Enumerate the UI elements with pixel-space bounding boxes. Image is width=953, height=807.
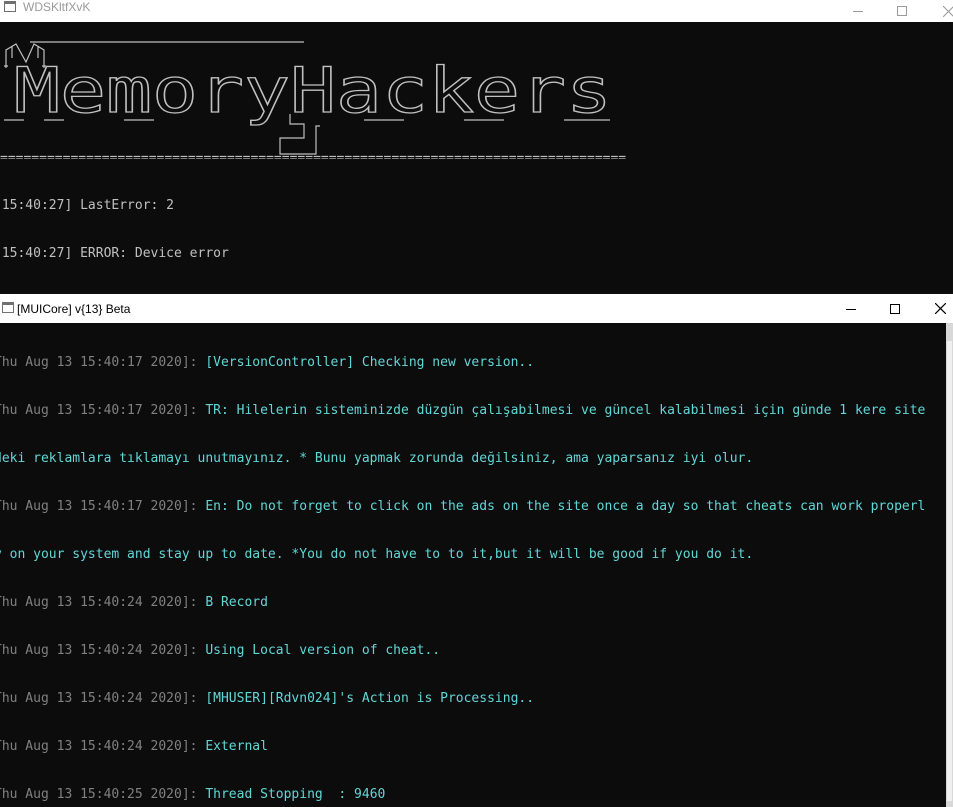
- maximize-icon: [890, 303, 900, 314]
- ascii-banner: MemoryHackers: [4, 41, 613, 155]
- log-line: Thu Aug 13 15:40:24 2020]: [MHUSER][Rdvn…: [0, 691, 946, 707]
- title-bar[interactable]: WDSKltfXvK: [0, 0, 953, 22]
- log-line: Thu Aug 13 15:40:17 2020]: [VersionContr…: [0, 355, 946, 371]
- log-message: B Record: [205, 595, 268, 610]
- log-timestamp: Thu Aug 13 15:40:17 2020]:: [0, 499, 206, 514]
- console-window-main: WDSKltfXvK MemoryHackers ===============: [0, 0, 953, 294]
- log-line: y on your system and stay up to date. *Y…: [0, 547, 946, 563]
- window-title: WDSKltfXvK: [23, 0, 91, 14]
- log-message: [MHUSER][Rdvn024]'s Action is Processing…: [205, 691, 535, 706]
- log-line: Thu Aug 13 15:40:17 2020]: TR: Hilelerin…: [0, 403, 946, 419]
- close-button[interactable]: [925, 0, 953, 22]
- log-line: deki reklamlara tıklamayı unutmayınız. *…: [0, 451, 946, 467]
- log-timestamp: Thu Aug 13 15:40:25 2020]:: [0, 787, 206, 802]
- log-message: Using Local version of cheat..: [205, 643, 441, 658]
- log-line: Thu Aug 13 15:40:17 2020]: En: Do not fo…: [0, 499, 946, 515]
- minimize-icon: [853, 11, 863, 12]
- log-message: y on your system and stay up to date. *Y…: [0, 547, 754, 562]
- window-title: [MUICore] v{13} Beta: [17, 302, 131, 316]
- maximize-icon: [897, 6, 907, 16]
- maximize-button[interactable]: [872, 294, 918, 323]
- log-timestamp: Thu Aug 13 15:40:24 2020]:: [0, 595, 206, 610]
- log-timestamp: Thu Aug 13 15:40:24 2020]:: [0, 643, 206, 658]
- minimize-icon: [846, 308, 856, 310]
- svg-text:MemoryHackers: MemoryHackers: [14, 54, 612, 127]
- console-output[interactable]: MemoryHackers ==========================…: [0, 22, 953, 294]
- minimize-button[interactable]: [835, 0, 881, 22]
- log-message: deki reklamlara tıklamayı unutmayınız. *…: [0, 451, 754, 466]
- log-message: TR: Hilelerin sisteminizde düzgün çalışa…: [205, 403, 926, 418]
- console-window-muicore: [MUICore] v{13} Beta Thu Aug 13 15:40:17…: [0, 294, 953, 807]
- log-timestamp: Thu Aug 13 15:40:17 2020]:: [0, 355, 206, 370]
- title-bar[interactable]: [MUICore] v{13} Beta: [0, 294, 953, 323]
- minimize-button[interactable]: [828, 294, 874, 323]
- log-timestamp: Thu Aug 13 15:40:24 2020]:: [0, 739, 206, 754]
- log-line: Thu Aug 13 15:40:24 2020]: B Record: [0, 595, 946, 611]
- log-line: Thu Aug 13 15:40:24 2020]: External: [0, 739, 946, 755]
- log-message: External: [205, 739, 268, 754]
- log-timestamp: Thu Aug 13 15:40:17 2020]:: [0, 403, 206, 418]
- maximize-button[interactable]: [879, 0, 925, 22]
- separator-line: ========================================…: [0, 151, 627, 159]
- vertical-scrollbar[interactable]: [946, 323, 953, 807]
- close-icon: [942, 5, 953, 17]
- log-message: Thread Stopping : 9460: [205, 787, 386, 802]
- close-button[interactable]: [917, 294, 953, 323]
- log-message: [VersionController] Checking new version…: [205, 355, 535, 370]
- log-timestamp: Thu Aug 13 15:40:24 2020]:: [0, 691, 206, 706]
- log-line: [15:40:27] ERROR: Device error: [0, 246, 229, 261]
- console-icon: [4, 1, 16, 12]
- scrollbar-thumb[interactable]: [947, 341, 952, 801]
- console-icon: [2, 302, 14, 313]
- log-message: En: Do not forget to click on the ads on…: [205, 499, 926, 514]
- log-line: [15:40:27] LastError: 2: [0, 198, 175, 213]
- log-line: Thu Aug 13 15:40:24 2020]: Using Local v…: [0, 643, 946, 659]
- console-output[interactable]: Thu Aug 13 15:40:17 2020]: [VersionContr…: [0, 323, 946, 807]
- log-lines: [15:40:27] LastError: 2 [15:40:27] ERROR…: [0, 166, 229, 294]
- close-icon: [934, 303, 946, 314]
- log-line: Thu Aug 13 15:40:25 2020]: Thread Stoppi…: [0, 787, 946, 803]
